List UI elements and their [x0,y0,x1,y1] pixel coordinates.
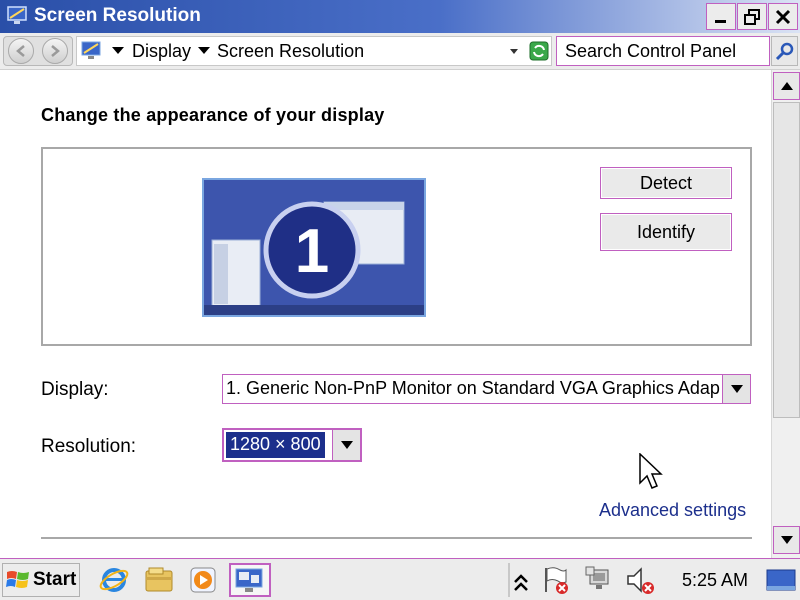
breadcrumb-display[interactable]: Display [132,41,191,62]
breadcrumb-separator-icon[interactable] [198,47,210,54]
scroll-down-button[interactable] [773,526,800,554]
close-button[interactable] [768,3,798,30]
back-arrow-icon [16,45,25,57]
control-panel-icon [81,41,101,59]
content-pane: Change the appearance of your display 1 … [0,70,771,558]
content-divider [41,537,752,539]
volume-icon[interactable] [624,564,656,596]
navigation-buttons [3,36,73,66]
address-history-dropdown-icon[interactable] [510,49,518,54]
display-select[interactable]: 1. Generic Non-PnP Monitor on Standard V… [222,374,751,404]
vertical-scrollbar[interactable] [771,70,800,558]
taskbar: Start 5:25 AM [0,558,800,600]
control-panel-icon [235,568,263,592]
taskbar-clock[interactable]: 5:25 AM [682,570,748,591]
title-bar: Screen Resolution [0,0,800,33]
forward-button[interactable] [42,38,68,64]
minimize-icon [715,19,726,23]
chevron-down-icon [730,385,743,393]
advanced-settings-link[interactable]: Advanced settings [599,500,746,521]
resolution-select-value: 1280 × 800 [225,431,326,459]
breadcrumb-dropdown-icon[interactable] [112,47,124,54]
forward-arrow-icon [51,45,60,57]
resolution-select[interactable]: 1280 × 800 [222,428,362,462]
display-label: Display: [41,379,109,400]
page-heading: Change the appearance of your display [41,105,385,125]
action-center-icon[interactable] [540,564,572,596]
back-button[interactable] [8,38,34,64]
resolution-label: Resolution: [41,436,137,457]
breadcrumb-screen-resolution[interactable]: Screen Resolution [217,41,364,62]
chevron-up-icon [780,82,793,90]
display-preview-area: 1 Detect Identify [41,147,752,346]
scrollbar-thumb[interactable] [773,102,800,418]
search-button[interactable] [771,36,798,66]
restore-button[interactable] [737,3,767,30]
mouse-pointer-icon [639,453,663,489]
window-title: Screen Resolution [34,5,201,26]
monitor-1-thumbnail[interactable]: 1 [202,178,426,317]
search-icon [775,42,793,61]
monitor-number: 1 [295,217,329,286]
display-dropdown-button[interactable] [722,375,750,403]
restore-icon [744,8,760,25]
monitor-thumbnail-art: 1 [204,180,424,315]
refresh-icon[interactable] [529,41,549,61]
minimize-button[interactable] [706,3,736,30]
scroll-up-button[interactable] [773,72,800,100]
show-hidden-icons-icon[interactable] [511,567,531,599]
address-bar: Display Screen Resolution Search Control… [0,33,800,70]
display-settings-icon [7,6,27,24]
start-label: Start [33,569,77,590]
address-breadcrumb[interactable]: Display Screen Resolution [76,36,552,66]
resolution-dropdown-button[interactable] [332,430,360,460]
identify-button[interactable]: Identify [600,213,732,251]
media-player-icon[interactable] [187,564,219,596]
internet-explorer-icon[interactable] [98,564,130,596]
close-icon [775,9,791,24]
show-desktop-icon[interactable] [765,564,797,596]
taskbar-active-window[interactable] [229,563,271,597]
detect-button[interactable]: Detect [600,167,732,199]
chevron-down-icon [340,441,353,449]
start-button[interactable]: Start [2,563,80,597]
windows-explorer-icon[interactable] [143,564,175,596]
chevron-down-icon [780,536,793,544]
tray-separator [508,563,510,597]
windows-logo-icon [6,571,29,588]
network-icon[interactable] [584,564,616,596]
display-select-value: 1. Generic Non-PnP Monitor on Standard V… [226,378,720,398]
search-input[interactable]: Search Control Panel [556,36,770,66]
